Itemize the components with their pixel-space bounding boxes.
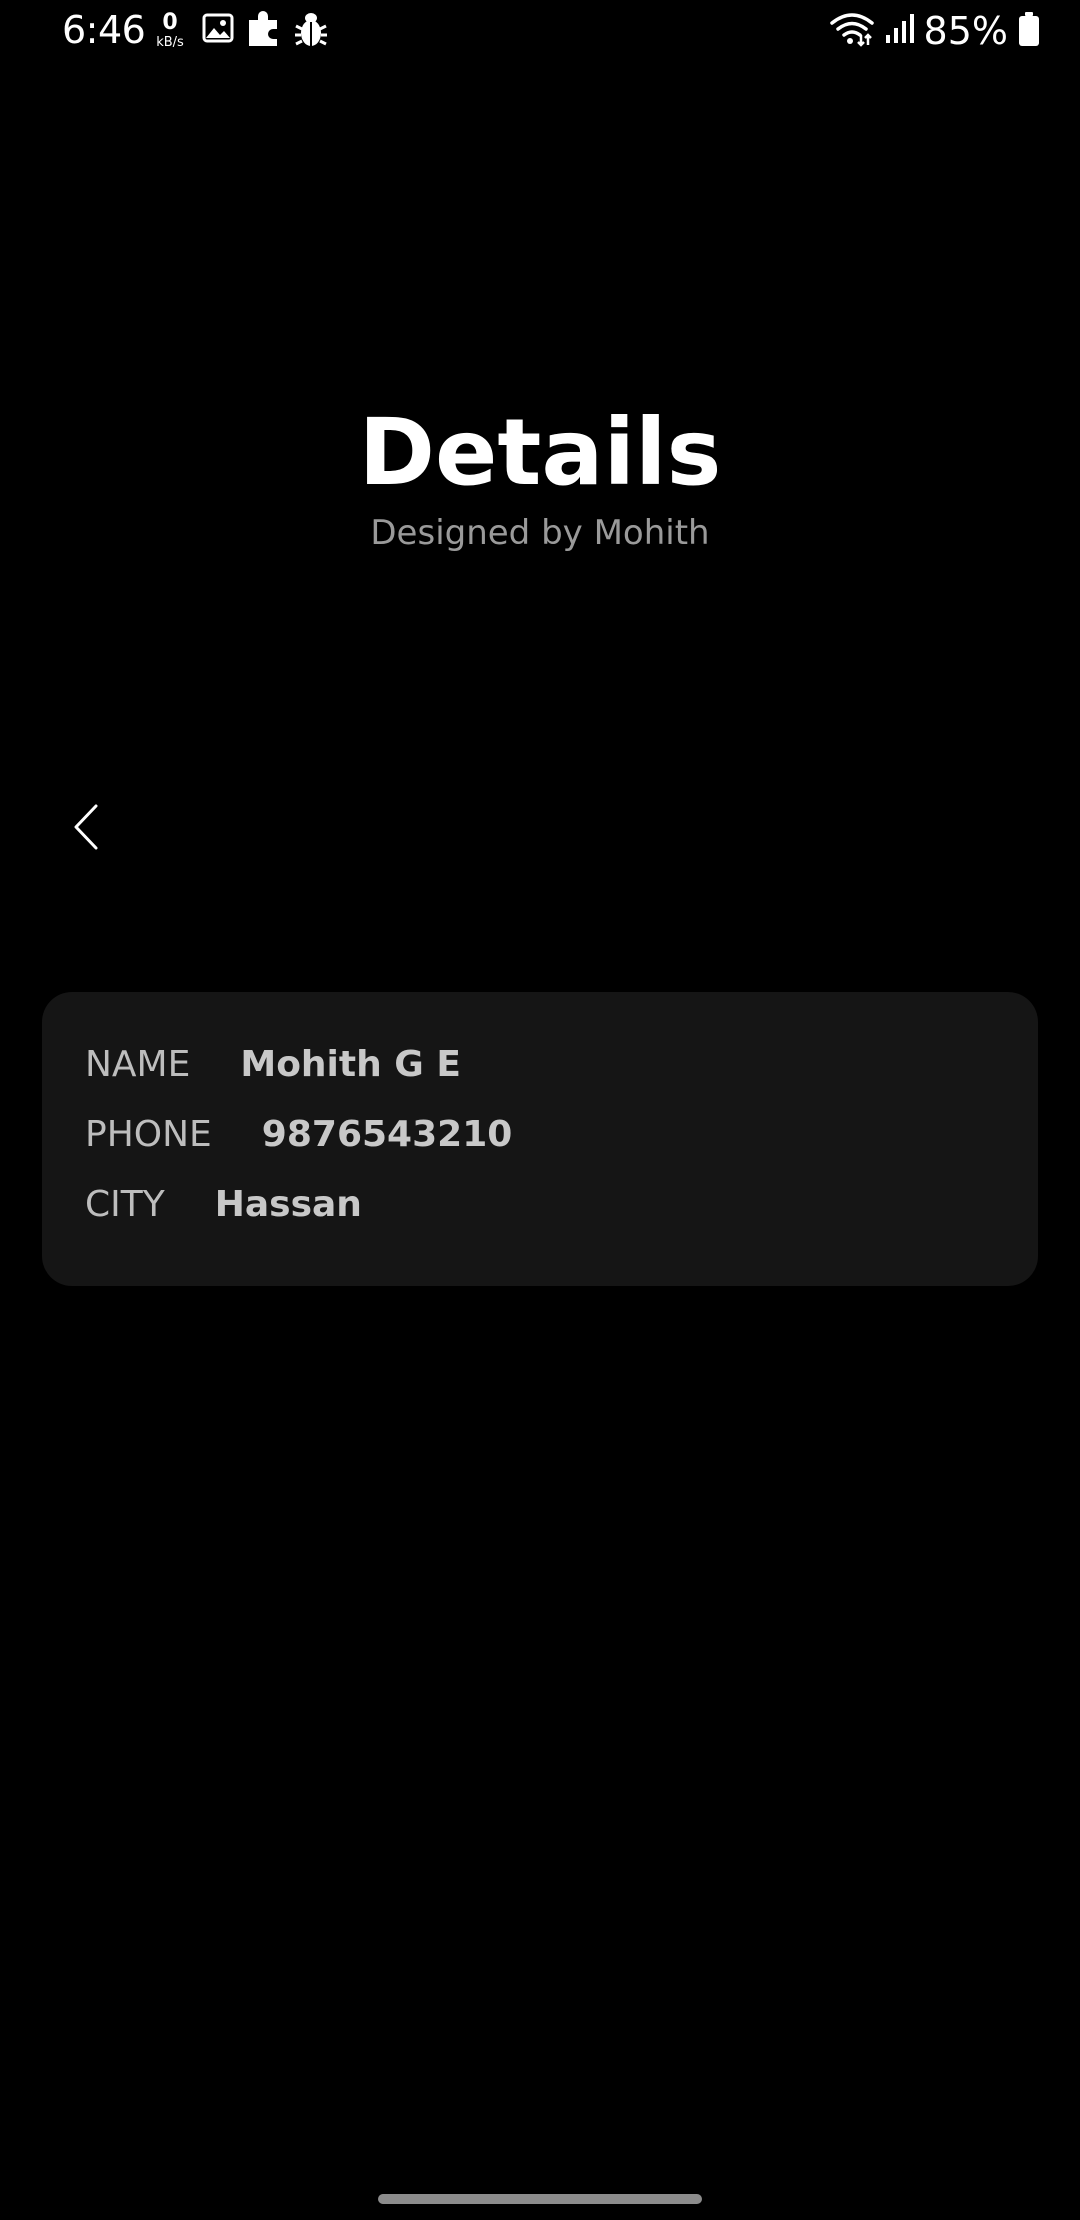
phone-value: 9876543210	[261, 1114, 513, 1155]
city-label: CITY	[85, 1184, 165, 1225]
detail-row-phone: PHONE 9876543210	[85, 1100, 1038, 1170]
back-button[interactable]	[56, 796, 116, 862]
name-label: NAME	[85, 1044, 191, 1085]
battery-icon	[1018, 11, 1040, 51]
puzzle-icon	[245, 8, 283, 52]
network-speed-unit: kB/s	[156, 35, 184, 50]
page-title: Details	[358, 399, 722, 506]
signal-icon	[884, 13, 914, 49]
page-subtitle: Designed by Mohith	[370, 513, 710, 553]
network-speed-indicator: 0 kB/s	[152, 10, 188, 50]
bug-icon	[294, 10, 328, 52]
network-speed-value: 0	[162, 10, 178, 35]
chevron-left-icon	[72, 803, 100, 855]
city-value: Hassan	[214, 1184, 362, 1225]
details-card: NAME Mohith G E PHONE 9876543210 CITY Ha…	[42, 992, 1038, 1286]
status-time: 6:46	[62, 8, 146, 52]
name-value: Mohith G E	[240, 1044, 461, 1085]
detail-row-city: CITY Hassan	[85, 1170, 1038, 1240]
home-indicator[interactable]	[378, 2194, 702, 2204]
detail-row-name: NAME Mohith G E	[85, 1030, 1038, 1100]
status-bar: 6:46 0 kB/s 85%	[0, 0, 1080, 64]
status-right-group: 85%	[829, 6, 1040, 56]
image-icon	[202, 12, 234, 48]
phone-label: PHONE	[85, 1114, 212, 1155]
wifi-icon	[829, 11, 874, 51]
battery-percent: 85%	[923, 9, 1008, 53]
